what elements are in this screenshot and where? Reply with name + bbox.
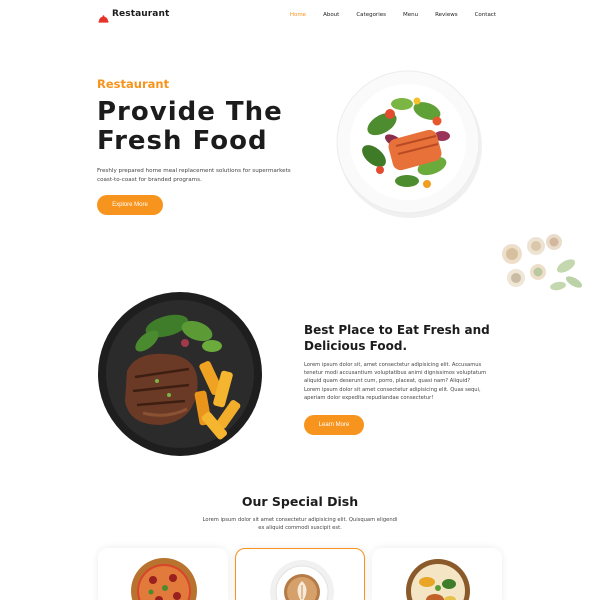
hero-title-line1: Provide The	[97, 97, 283, 127]
hero-title: Provide The Fresh Food	[97, 98, 317, 156]
hero-description: Freshly prepared home meal replacement s…	[97, 168, 291, 183]
about-paragraph-2: Lorem ipsum dolor sit amet consectetur a…	[304, 387, 481, 401]
about-title: Best Place to Eat Fresh and Delicious Fo…	[304, 323, 490, 353]
brand-logo[interactable]: Restaurant	[98, 9, 170, 23]
top-navbar: Restaurant Home About Categories Menu Re…	[0, 0, 600, 32]
about-food-image	[97, 291, 263, 457]
nav-home[interactable]: Home	[290, 12, 306, 18]
learn-more-button[interactable]: Learn More	[304, 415, 364, 435]
dish-card-pizza[interactable]	[98, 548, 228, 600]
nav-about[interactable]: About	[323, 12, 339, 18]
dish-card-coffee[interactable]	[235, 548, 365, 600]
pizza-image	[131, 558, 197, 600]
brand-name: Restaurant	[112, 9, 170, 19]
hero-title-line2: Fresh Food	[97, 126, 268, 156]
hero-food-image	[332, 66, 484, 218]
nav-reviews[interactable]: Reviews	[435, 12, 458, 18]
main-menu: Home About Categories Menu Reviews Conta…	[273, 12, 496, 18]
special-dish-title: Our Special Dish	[241, 494, 359, 509]
dish-card-rice-bowl[interactable]	[372, 548, 502, 600]
coffee-image	[270, 560, 334, 600]
spices-decoration	[494, 232, 588, 296]
nav-menu[interactable]: Menu	[403, 12, 418, 18]
explore-more-button[interactable]: Explore More	[97, 195, 163, 215]
about-paragraph-1: Lorem ipsum dolor sit, amet consectetur …	[304, 362, 487, 384]
cloche-icon	[98, 9, 109, 23]
hero-kicker: Restaurant	[97, 77, 170, 91]
rice-bowl-image	[406, 559, 470, 600]
nav-categories[interactable]: Categories	[356, 12, 386, 18]
nav-contact[interactable]: Contact	[475, 12, 496, 18]
special-dish-description: Lorem ipsum dolor sit amet consectetur a…	[202, 517, 398, 531]
